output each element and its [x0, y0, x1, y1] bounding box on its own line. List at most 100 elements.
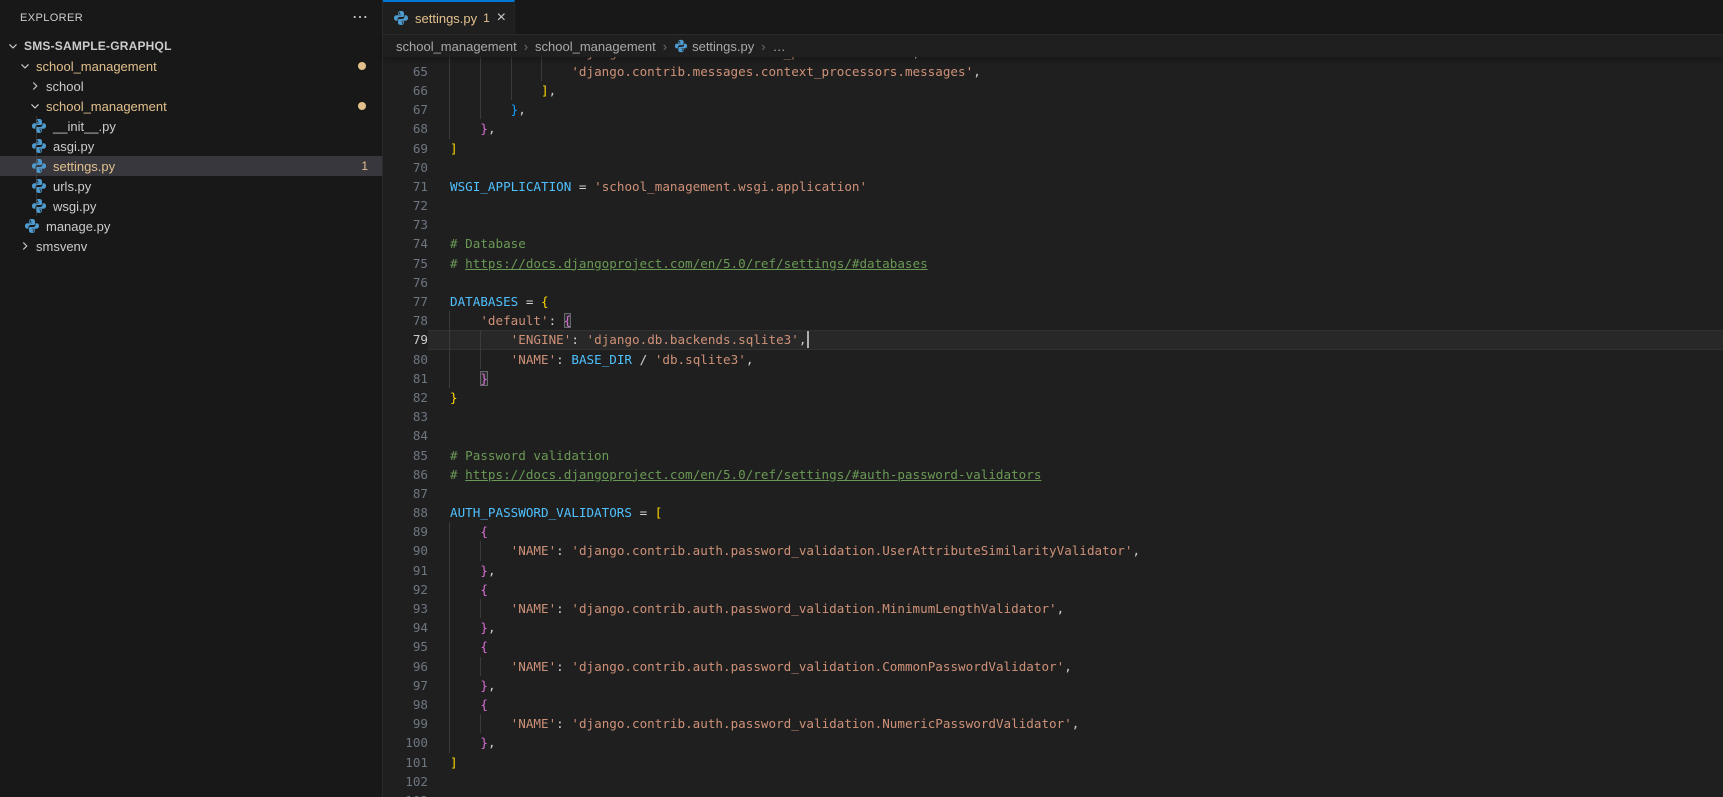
code-line-95[interactable]: 95 {	[383, 637, 1723, 657]
line-number[interactable]: 81	[383, 369, 428, 388]
code-line-84[interactable]: 84	[383, 426, 1723, 445]
code-line-82[interactable]: 82}	[383, 388, 1723, 407]
line-number[interactable]: 80	[383, 350, 428, 369]
code-line-79[interactable]: 79 'ENGINE': 'django.db.backends.sqlite3…	[383, 330, 1723, 350]
tree-item-school[interactable]: school	[0, 76, 382, 96]
tree-item-smsvenv[interactable]: smsvenv	[0, 236, 382, 256]
line-number[interactable]: 89	[383, 522, 428, 541]
breadcrumb-item-2[interactable]: settings.py	[674, 39, 754, 54]
code-line-77[interactable]: 77 DATABASES = {	[383, 292, 1723, 311]
more-actions-icon[interactable]: ⋯	[352, 10, 368, 26]
code-line-67[interactable]: 67 },	[383, 100, 1723, 120]
code-line-69[interactable]: 69]	[383, 139, 1723, 158]
code-line-74[interactable]: 74 # Database	[383, 234, 1723, 253]
line-number[interactable]: 72	[383, 196, 428, 215]
line-number[interactable]: 77	[383, 292, 428, 311]
tree-item-asgi-py[interactable]: asgi.py	[0, 136, 382, 156]
code-line-103[interactable]: 103	[383, 791, 1723, 797]
line-number[interactable]: 101	[383, 753, 428, 772]
line-number[interactable]: 74	[383, 234, 428, 253]
code-line-99[interactable]: 99 'NAME': 'django.contrib.auth.password…	[383, 714, 1723, 734]
code-line-89[interactable]: 89 {	[383, 522, 1723, 542]
token-pun: ,	[487, 121, 496, 137]
line-number[interactable]: 82	[383, 388, 428, 407]
line-number[interactable]: 71	[383, 177, 428, 196]
code-line-96[interactable]: 96 'NAME': 'django.contrib.auth.password…	[383, 656, 1723, 676]
code-line-75[interactable]: 75 # https://docs.djangoproject.com/en/5.…	[383, 254, 1723, 273]
line-number[interactable]: 79	[383, 330, 428, 349]
breadcrumb-item-0[interactable]: school_management	[396, 39, 517, 54]
code-line-94[interactable]: 94 },	[383, 618, 1723, 638]
line-number[interactable]: 83	[383, 407, 428, 426]
code-line-81[interactable]: 81 }	[383, 368, 1723, 388]
line-number[interactable]: 97	[383, 676, 428, 695]
code-line-70[interactable]: 70	[383, 158, 1723, 177]
code-line-72[interactable]: 72	[383, 196, 1723, 215]
line-number[interactable]: 94	[383, 618, 428, 637]
line-number[interactable]: 78	[383, 311, 428, 330]
line-number[interactable]: 87	[383, 484, 428, 503]
code-line-102[interactable]: 102	[383, 772, 1723, 791]
tree-item--init-py[interactable]: __init__.py	[0, 116, 382, 136]
tree-item-sms-sample-graphql[interactable]: SMS-SAMPLE-GRAPHQL	[0, 36, 382, 56]
code-editor[interactable]: 64 'django.contrib.auth.context_processo…	[383, 57, 1723, 797]
line-number[interactable]: 100	[383, 733, 428, 752]
code-line-93[interactable]: 93 'NAME': 'django.contrib.auth.password…	[383, 599, 1723, 619]
code-line-101[interactable]: 101]	[383, 753, 1723, 772]
line-number[interactable]: 73	[383, 215, 428, 234]
code-line-88[interactable]: 88 AUTH_PASSWORD_VALIDATORS = [	[383, 503, 1723, 522]
line-number[interactable]: 88	[383, 503, 428, 522]
code-line-92[interactable]: 92 {	[383, 579, 1723, 600]
code-line-73[interactable]: 73	[383, 215, 1723, 234]
line-number[interactable]: 102	[383, 772, 428, 791]
line-number[interactable]: 98	[383, 695, 428, 714]
code-line-98[interactable]: 98 {	[383, 694, 1723, 715]
breadcrumb-item-3[interactable]: …	[773, 39, 786, 54]
code-line-97[interactable]: 97 },	[383, 675, 1723, 695]
indent-guide	[449, 579, 450, 600]
line-number[interactable]: 95	[383, 637, 428, 656]
line-number[interactable]: 75	[383, 254, 428, 273]
tree-item-manage-py[interactable]: manage.py	[0, 216, 382, 236]
code-line-87[interactable]: 87	[383, 484, 1723, 503]
code-line-66[interactable]: 66 ],	[383, 80, 1723, 101]
tree-item-school-management[interactable]: school_management	[0, 56, 382, 76]
tree-item-wsgi-py[interactable]: wsgi.py	[0, 196, 382, 216]
line-number[interactable]: 85	[383, 446, 428, 465]
code-line-68[interactable]: 68 },	[383, 119, 1723, 139]
line-number[interactable]: 99	[383, 714, 428, 733]
code-line-86[interactable]: 86 # https://docs.djangoproject.com/en/5.…	[383, 465, 1723, 484]
token-pun: :	[571, 332, 579, 348]
line-number[interactable]: 65	[383, 62, 428, 81]
line-number[interactable]: 91	[383, 561, 428, 580]
line-number[interactable]: 69	[383, 139, 428, 158]
code-line-80[interactable]: 80 'NAME': BASE_DIR / 'db.sqlite3',	[383, 349, 1723, 369]
code-line-91[interactable]: 91 },	[383, 560, 1723, 580]
close-icon[interactable]: ×	[497, 10, 506, 26]
code-line-65[interactable]: 65 'django.contrib.messages.context_proc…	[383, 61, 1723, 81]
line-number[interactable]: 103	[383, 791, 428, 797]
line-number[interactable]: 68	[383, 119, 428, 138]
line-number[interactable]: 96	[383, 657, 428, 676]
line-number[interactable]: 90	[383, 541, 428, 560]
code-line-76[interactable]: 76	[383, 273, 1723, 292]
tab-settings-py[interactable]: settings.py 1 ×	[383, 0, 515, 34]
code-line-71[interactable]: 71 WSGI_APPLICATION = 'school_management.…	[383, 177, 1723, 196]
line-number[interactable]: 70	[383, 158, 428, 177]
tree-item-school-management[interactable]: school_management	[0, 96, 382, 116]
code-line-100[interactable]: 100 },	[383, 733, 1723, 753]
line-number[interactable]: 67	[383, 100, 428, 119]
tree-item-settings-py[interactable]: settings.py 1	[0, 156, 382, 176]
line-number[interactable]: 86	[383, 465, 428, 484]
code-line-85[interactable]: 85 # Password validation	[383, 446, 1723, 465]
line-number[interactable]: 76	[383, 273, 428, 292]
line-number[interactable]: 66	[383, 81, 428, 100]
line-number[interactable]: 92	[383, 580, 428, 599]
breadcrumb-item-1[interactable]: school_management	[535, 39, 656, 54]
line-number[interactable]: 84	[383, 426, 428, 445]
code-line-90[interactable]: 90 'NAME': 'django.contrib.auth.password…	[383, 541, 1723, 561]
line-number[interactable]: 93	[383, 599, 428, 618]
code-line-78[interactable]: 78 'default': {	[383, 311, 1723, 331]
code-line-83[interactable]: 83	[383, 407, 1723, 426]
tree-item-urls-py[interactable]: urls.py	[0, 176, 382, 196]
